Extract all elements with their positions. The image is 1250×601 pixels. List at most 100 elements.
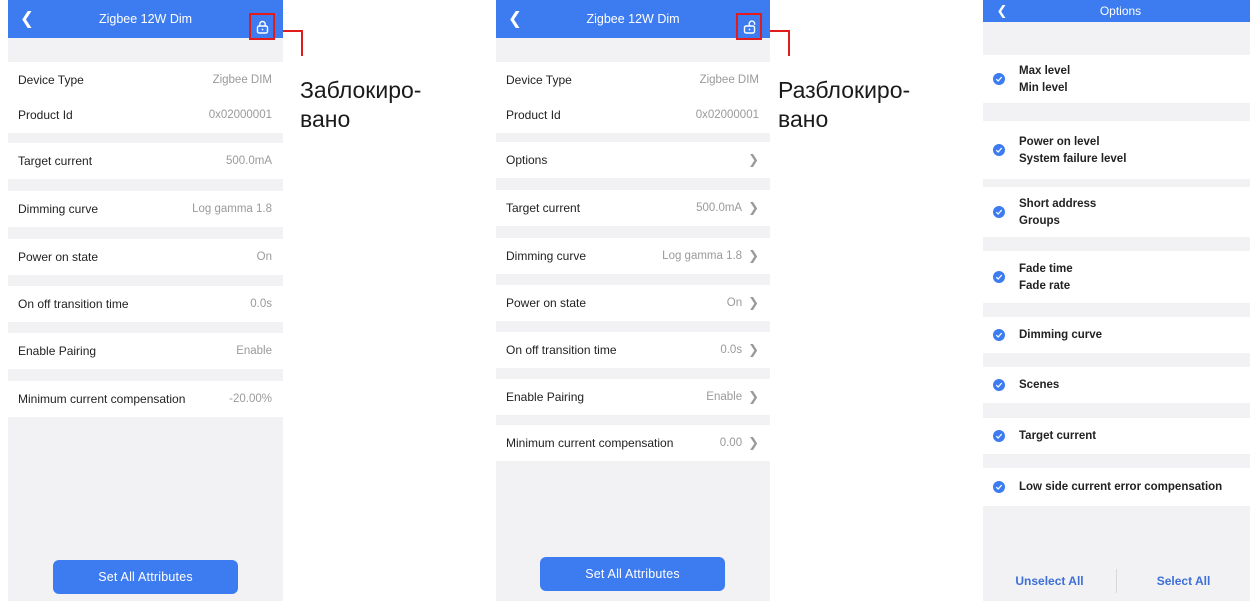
row-value: Zigbee DIM [212,74,272,86]
row-value: 0.0s [720,344,743,356]
option-labels: Low side current error compensation [1019,480,1222,494]
row-label: Power on state [506,296,587,310]
power-on-state-row: Power on state On [8,239,283,275]
set-all-attributes-button[interactable]: Set All Attributes [53,560,238,594]
row-value: Enable [706,391,743,403]
chevron-left-icon: ❮ [996,3,1008,18]
set-all-attributes-button[interactable]: Set All Attributes [540,557,725,591]
row-value: 500.0mA [225,155,272,167]
back-button[interactable]: ❮ [989,0,1015,22]
back-button[interactable]: ❮ [14,0,40,38]
annotation-line: Заблокиро- [300,77,422,103]
row-right: ❯ [748,152,759,168]
check-circle-icon[interactable] [993,73,1005,85]
row-right: Log gamma 1.8 ❯ [662,248,759,264]
locked-annotation: Заблокиро- вано [300,76,421,134]
option-label: Max level [1019,64,1071,77]
option-item[interactable]: Short address Groups [983,187,1250,237]
nav-bar: ❮ Options [983,0,1250,22]
row-label: Minimum current compensation [18,392,186,406]
chevron-right-icon: ❯ [748,200,759,215]
dimming-curve-row[interactable]: Dimming curve Log gamma 1.8 ❯ [496,238,770,274]
option-item[interactable]: Scenes [983,367,1250,403]
option-item[interactable]: Power on level System failure level [983,121,1250,179]
chevron-right-icon: ❯ [748,152,759,167]
option-label: Fade time [1019,262,1073,275]
annotation-connector [770,30,790,32]
target-current-row: Target current 500.0mA [8,143,283,179]
lock-toggle-button[interactable] [249,13,275,40]
row-value: 0.0s [250,298,272,310]
option-item[interactable]: Fade time Fade rate [983,251,1250,303]
option-label: System failure level [1019,152,1127,165]
nav-bar: ❮ Zigbee 12W Dim [496,0,770,40]
options-footer: Unselect All Select All [983,561,1250,601]
row-value: Zigbee DIM [699,74,759,86]
row-right: 0.0s ❯ [720,342,759,358]
min-current-compensation-row[interactable]: Minimum current compensation 0.00 ❯ [496,425,770,461]
row-label: On off transition time [506,343,617,357]
row-label: Target current [506,201,581,215]
row-label: Device Type [506,73,572,87]
page-title: Zigbee 12W Dim [98,12,193,26]
option-labels: Short address Groups [1019,197,1096,228]
row-label: Product Id [506,108,561,122]
back-button[interactable]: ❮ [502,0,528,38]
row-label: Power on state [18,250,99,264]
row-right: Enable ❯ [706,389,759,405]
check-circle-icon[interactable] [993,379,1005,391]
option-label: Target current [1019,430,1097,442]
nav-bar: ❮ Zigbee 12W Dim [8,0,283,40]
row-label: Options [506,153,548,167]
power-on-state-row[interactable]: Power on state On ❯ [496,285,770,321]
check-circle-icon[interactable] [993,206,1005,218]
option-label: Min level [1019,81,1068,94]
chevron-right-icon: ❯ [748,248,759,263]
option-labels: Target current [1019,429,1096,443]
check-circle-icon[interactable] [993,144,1005,156]
row-value: Enable [236,345,272,357]
option-labels: Power on level System failure level [1019,135,1126,166]
unlocked-annotation: Разблокиро- вано [778,76,910,134]
option-item[interactable]: Dimming curve [983,317,1250,353]
row-right: 0.00 ❯ [720,435,759,451]
check-circle-icon[interactable] [993,271,1005,283]
transition-time-row[interactable]: On off transition time 0.0s ❯ [496,332,770,368]
row-value: -20.00% [229,393,272,405]
row-right: On ❯ [727,295,759,311]
row-label: Minimum current compensation [506,436,674,450]
lock-open-icon [743,19,755,34]
lock-toggle-button[interactable] [736,13,762,40]
option-item[interactable]: Low side current error compensation [983,468,1250,506]
chevron-left-icon: ❮ [507,9,523,28]
option-label: Scenes [1019,379,1060,391]
row-label: Product Id [18,108,73,122]
check-circle-icon[interactable] [993,430,1005,442]
transition-time-row: On off transition time 0.0s [8,286,283,322]
select-all-button[interactable]: Select All [1117,574,1250,588]
product-id-row: Product Id 0x02000001 [496,97,770,133]
lock-closed-icon [256,20,268,34]
row-value: Log gamma 1.8 [192,203,272,215]
option-label: Dimming curve [1019,329,1103,341]
annotation-connector [788,30,790,56]
row-value: 500.0mA [696,202,743,214]
chevron-right-icon: ❯ [748,295,759,310]
option-item[interactable]: Max level Min level [983,55,1250,103]
target-current-row[interactable]: Target current 500.0mA ❯ [496,190,770,226]
product-id-row: Product Id 0x02000001 [8,97,283,133]
option-labels: Scenes [1019,378,1059,392]
check-circle-icon[interactable] [993,481,1005,493]
chevron-right-icon: ❯ [748,389,759,404]
locked-device-screen: ❮ Zigbee 12W Dim Device Type Zigbee DIM … [8,0,283,601]
chevron-right-icon: ❯ [748,435,759,450]
options-row[interactable]: Options ❯ [496,142,770,178]
row-label: On off transition time [18,297,129,311]
enable-pairing-row[interactable]: Enable Pairing Enable ❯ [496,379,770,415]
check-circle-icon[interactable] [993,329,1005,341]
option-label: Power on level [1019,135,1100,148]
option-item[interactable]: Target current [983,418,1250,454]
row-value: On [726,297,743,309]
unselect-all-button[interactable]: Unselect All [983,574,1116,588]
row-value: 0x02000001 [208,109,272,121]
